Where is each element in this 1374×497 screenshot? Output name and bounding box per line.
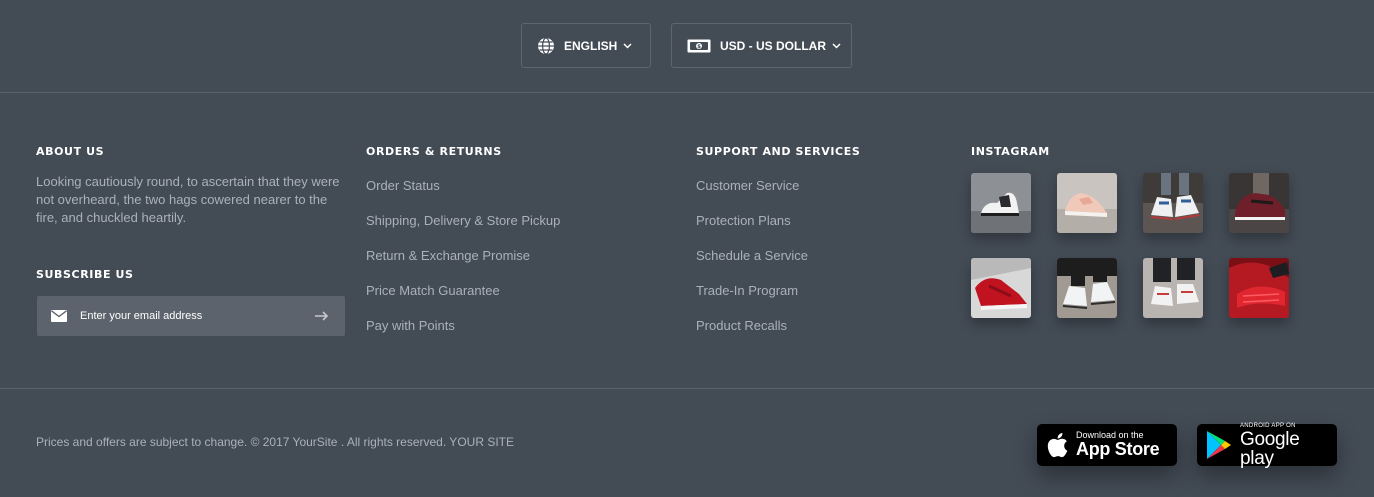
currency-selector[interactable]: $ USD - US DOLLAR [671,23,852,68]
app-store-text: Download on the App Store [1076,431,1160,459]
about-title: ABOUT US [36,145,105,158]
instagram-photo[interactable] [971,258,1031,318]
link-customer-service[interactable]: Customer Service [696,178,808,213]
instagram-photo[interactable] [1057,173,1117,233]
chevron-down-icon [832,42,841,49]
chevron-down-icon [623,42,632,49]
language-label: ENGLISH [564,38,618,53]
support-links: Customer Service Protection Plans Schedu… [696,178,808,353]
link-shipping[interactable]: Shipping, Delivery & Store Pickup [366,213,560,248]
link-return-exchange[interactable]: Return & Exchange Promise [366,248,560,283]
banknote-icon: $ [687,39,711,53]
about-text: Looking cautiously round, to ascertain t… [36,174,340,225]
instagram-photo[interactable] [971,173,1031,233]
globe-icon [537,36,555,55]
google-play-text: ANDROID APP ON Google play [1240,422,1337,468]
instagram-photo[interactable] [1057,258,1117,318]
currency-label: USD - US DOLLAR [720,38,826,53]
link-pay-points[interactable]: Pay with Points [366,318,560,353]
arrow-right-icon[interactable] [314,308,330,324]
google-play-big: Google play [1240,429,1300,469]
support-title: SUPPORT AND SERVICES [696,145,861,158]
copyright-text: Prices and offers are subject to change.… [36,435,514,449]
instagram-photo[interactable] [1229,258,1289,318]
orders-title: ORDERS & RETURNS [366,145,502,158]
language-selector[interactable]: ENGLISH [521,23,651,68]
instagram-grid [971,173,1291,321]
link-schedule-service[interactable]: Schedule a Service [696,248,808,283]
app-store-badge[interactable]: Download on the App Store [1037,424,1177,466]
envelope-icon [51,310,67,322]
link-protection-plans[interactable]: Protection Plans [696,213,808,248]
email-input[interactable] [80,310,290,322]
google-play-badge[interactable]: ANDROID APP ON Google play [1197,422,1337,468]
orders-links: Order Status Shipping, Delivery & Store … [366,178,560,353]
subscribe-title: SUBSCRIBE US [36,268,134,281]
app-store-big: App Store [1076,439,1160,459]
instagram-title: INSTAGRAM [971,145,1050,158]
subscribe-form [37,296,345,336]
instagram-photo[interactable] [1229,173,1289,233]
footer-top-bar: ENGLISH $ USD - US DOLLAR [0,0,1374,93]
apple-icon [1046,432,1068,458]
link-order-status[interactable]: Order Status [366,178,560,213]
link-trade-in[interactable]: Trade-In Program [696,283,808,318]
link-price-match[interactable]: Price Match Guarantee [366,283,560,318]
instagram-photo[interactable] [1143,173,1203,233]
instagram-photo[interactable] [1143,258,1203,318]
footer-divider [0,388,1374,389]
link-product-recalls[interactable]: Product Recalls [696,318,808,353]
svg-text:$: $ [697,44,701,50]
google-play-icon [1205,430,1233,460]
